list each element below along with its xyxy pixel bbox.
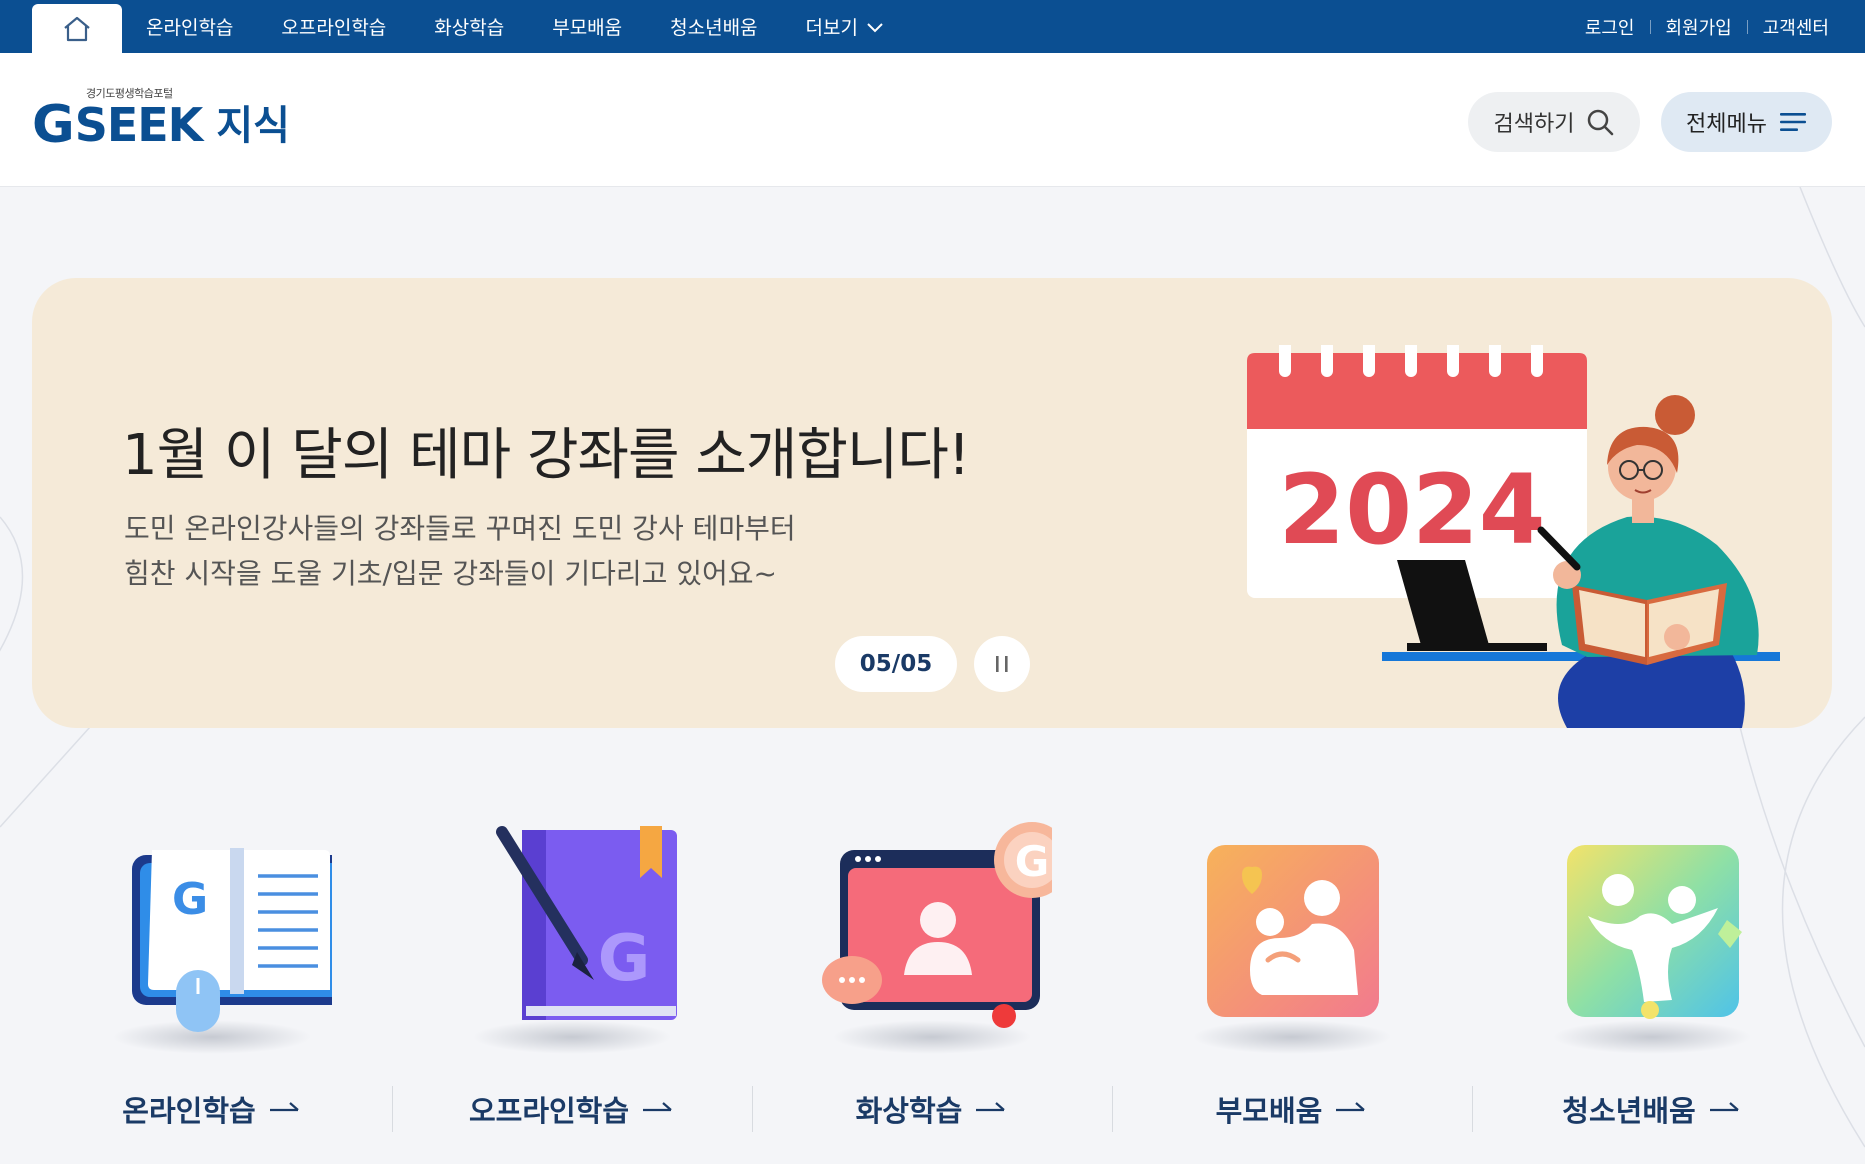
top-nav-parent[interactable]: 부모배움: [552, 13, 622, 40]
svg-text:G: G: [1015, 837, 1049, 886]
pause-icon: [996, 656, 1008, 672]
logo-seek: SEEK: [74, 98, 204, 152]
quick-link-label: 화상학습: [752, 1088, 1112, 1130]
signup-link[interactable]: 회원가입: [1666, 14, 1732, 40]
arrow-right-icon: [269, 1102, 299, 1112]
chevron-down-icon: [867, 22, 883, 32]
banner-desc-line-2: 힘찬 시작을 도울 기초/입문 강좌들이 기다리고 있어요~: [124, 557, 778, 590]
site-header: 경기도평생학습포털 G SEEK 지식 검색하기 전체메뉴: [0, 53, 1865, 187]
slide-counter: 05/05: [835, 636, 957, 692]
all-menu-label: 전체메뉴: [1686, 112, 1767, 137]
login-link[interactable]: 로그인: [1585, 14, 1635, 40]
svg-text:G: G: [598, 922, 651, 996]
hamburger-icon: [1779, 113, 1806, 131]
support-link[interactable]: 고객센터: [1763, 14, 1829, 40]
arrow-right-icon: [1709, 1102, 1739, 1112]
quick-link-label: 오프라인학습: [392, 1088, 752, 1130]
online-learning-icon: G: [132, 848, 332, 1032]
banner-title: 1월 이 달의 테마 강좌를 소개합니다!: [122, 423, 970, 488]
divider: [1649, 19, 1651, 34]
utility-links: 로그인 회원가입 고객센터: [1585, 0, 1829, 53]
top-nav-offline[interactable]: 오프라인학습: [281, 13, 386, 40]
parent-learning-icon: [1207, 845, 1379, 1017]
home-button[interactable]: [32, 4, 122, 53]
site-logo[interactable]: 경기도평생학습포털 G SEEK 지식: [32, 85, 302, 155]
logo-wordmark: G SEEK 지식: [32, 99, 290, 151]
arrow-right-icon: [643, 1102, 672, 1112]
quick-link-youth-label: 청소년배움: [1562, 1094, 1696, 1128]
quick-link-parent-label: 부모배움: [1215, 1094, 1323, 1128]
quick-link-offline[interactable]: G 오프라인학습: [392, 820, 752, 1164]
quick-link-offline-label: 오프라인학습: [468, 1094, 630, 1128]
video-learning-icon: G: [822, 822, 1052, 1028]
logo-jisik: 지식: [216, 103, 290, 149]
top-nav-video[interactable]: 화상학습: [434, 13, 504, 40]
top-nav-more[interactable]: 더보기: [806, 13, 884, 40]
svg-text:G: G: [172, 874, 208, 925]
top-nav-online[interactable]: 온라인학습: [146, 13, 233, 40]
arrow-right-icon: [976, 1102, 1006, 1112]
divider: [1746, 19, 1748, 34]
quick-links: G 온라인학습 G 오프라인학습 G 화상학습 부모배움 청소년배움: [32, 820, 1832, 1164]
banner-description: 도민 온라인강사들의 강좌들로 꾸며진 도민 강사 테마부터 힘찬 시작을 도울…: [124, 506, 796, 596]
quick-link-online-label: 온라인학습: [122, 1094, 256, 1128]
top-nav: 온라인학습 오프라인학습 화상학습 부모배움 청소년배움 더보기: [146, 0, 932, 53]
quick-link-youth[interactable]: 청소년배움: [1472, 820, 1832, 1164]
quick-link-label: 온라인학습: [32, 1088, 392, 1130]
hero-banner[interactable]: 1월 이 달의 테마 강좌를 소개합니다! 도민 온라인강사들의 강좌들로 꾸며…: [32, 278, 1832, 728]
search-button-label: 검색하기: [1493, 112, 1575, 137]
top-navigation-bar: 온라인학습 오프라인학습 화상학습 부모배움 청소년배움 더보기 로그인 회원가…: [0, 0, 1865, 53]
all-menu-button[interactable]: 전체메뉴: [1661, 92, 1832, 152]
top-nav-youth[interactable]: 청소년배움: [670, 13, 757, 40]
logo-g: G: [32, 95, 75, 155]
quick-link-video-label: 화상학습: [855, 1094, 963, 1128]
pause-button[interactable]: [974, 636, 1030, 692]
quick-link-label: 청소년배움: [1472, 1088, 1832, 1130]
quick-link-online[interactable]: G 온라인학습: [32, 820, 392, 1164]
calendar-reading-illustration: 2024: [1247, 345, 1780, 728]
youth-learning-icon: [1567, 845, 1742, 1019]
quick-link-parent[interactable]: 부모배움: [1112, 820, 1472, 1164]
quick-link-video[interactable]: G 화상학습: [752, 820, 1112, 1164]
top-nav-more-label: 더보기: [805, 17, 858, 39]
quick-link-label: 부모배움: [1112, 1088, 1472, 1130]
offline-learning-icon: G: [496, 826, 677, 1020]
banner-desc-line-1: 도민 온라인강사들의 강좌들로 꾸며진 도민 강사 테마부터: [124, 512, 796, 545]
arrow-right-icon: [1336, 1102, 1366, 1112]
calendar-year-text: 2024: [1278, 454, 1545, 566]
home-icon: [64, 16, 90, 41]
search-icon: [1588, 109, 1614, 136]
search-button[interactable]: 검색하기: [1468, 92, 1640, 152]
